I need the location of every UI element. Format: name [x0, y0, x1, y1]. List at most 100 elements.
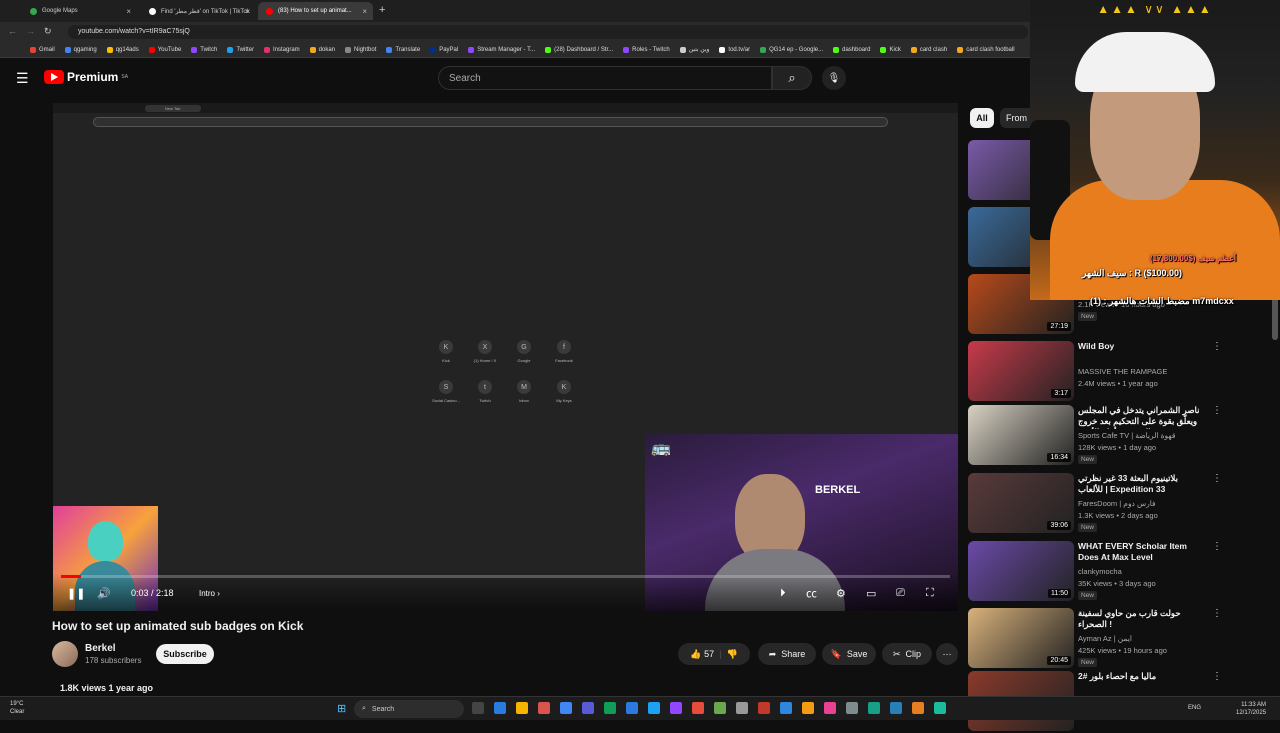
bookmark-item[interactable]: card clash [910, 46, 947, 53]
windows-start-icon[interactable]: ⊞ [337, 702, 346, 715]
bookmark-item[interactable]: card clash football [957, 46, 1015, 53]
bookmark-item[interactable]: QG14 ep - Google... [760, 46, 823, 53]
bookmark-item[interactable]: YouTube [148, 46, 181, 53]
clock[interactable]: 11:33 AM 12/17/2025 [1236, 701, 1266, 717]
chapter-button[interactable]: Intro › [199, 586, 220, 600]
video-thumbnail[interactable]: 20:45 [968, 608, 1074, 668]
channel-name[interactable]: clankymocha [1078, 567, 1122, 576]
search-button[interactable]: ⌕ [772, 66, 812, 90]
taskbar-app-icon[interactable] [472, 702, 484, 714]
taskbar-app-icon[interactable] [560, 702, 572, 714]
recommended-video[interactable]: 20:45 حولت قارب من حاوي لسفينة الصحراء ! A… [968, 608, 1268, 670]
cast-button[interactable]: ⎚ [896, 586, 905, 600]
taskbar-app-icon[interactable] [494, 702, 506, 714]
weather-widget[interactable]: 19°C Clear [10, 700, 24, 716]
more-icon[interactable]: ⋮ [1212, 608, 1222, 619]
channel-name[interactable]: Sports Cafe TV | قهوة الرياضة [1078, 431, 1175, 440]
taskbar-app-icon[interactable] [670, 702, 682, 714]
video-title[interactable]: حولت قارب من حاوي لسفينة الصحراء ! [1078, 608, 1204, 630]
taskbar-app-icon[interactable] [758, 702, 770, 714]
captions-button[interactable]: ㏄ [806, 586, 817, 600]
taskbar-app-icon[interactable] [912, 702, 924, 714]
subscribe-button[interactable]: Subscribe [156, 644, 214, 664]
bookmark-item[interactable]: Twitch [191, 46, 217, 53]
video-title[interactable]: WHAT EVERY Scholar Item Does At Max Leve… [1078, 541, 1204, 563]
video-thumbnail[interactable]: 11:50 [968, 541, 1074, 601]
channel-name[interactable]: Ayman Az | ايمن [1078, 634, 1132, 643]
more-icon[interactable]: ⋮ [1212, 405, 1222, 416]
bookmark-item[interactable]: Gmail [30, 46, 55, 53]
bookmark-item[interactable]: qg14ads [106, 46, 139, 53]
more-icon[interactable]: ⋮ [1212, 473, 1222, 484]
chip-all[interactable]: All [970, 108, 994, 128]
tab-tiktok[interactable]: Find 'قطر مطر' on TikTok | TikTok × [141, 2, 256, 20]
volume-button[interactable]: 🔊 [97, 586, 111, 600]
taskbar-app-icon[interactable] [824, 702, 836, 714]
dislike-button[interactable]: 👎 [726, 649, 737, 660]
video-title[interactable]: Wild Boy [1078, 341, 1204, 352]
bookmark-item[interactable]: Translate [386, 46, 420, 53]
pause-button[interactable]: ❚❚ [67, 586, 85, 600]
video-title[interactable]: ناصر الشمراني يتدخل في المجلس ويعلّق بقو… [1078, 405, 1204, 429]
new-tab-button[interactable]: + [379, 4, 385, 16]
close-icon[interactable]: × [362, 7, 367, 16]
bookmark-item[interactable]: Nightbot [345, 46, 376, 53]
taskbar-app-icon[interactable] [802, 702, 814, 714]
bookmark-item[interactable]: Kick [880, 46, 901, 53]
more-icon[interactable]: ⋮ [1212, 341, 1222, 352]
bookmark-item[interactable]: Roles - Twitch [623, 46, 670, 53]
taskbar-app-icon[interactable] [780, 702, 792, 714]
bookmark-item[interactable]: Stream Manager - T... [468, 46, 535, 53]
autoplay-toggle[interactable]: ⏵ [780, 586, 786, 600]
taskbar-app-icon[interactable] [582, 702, 594, 714]
tab-google-maps[interactable]: Google Maps × [22, 2, 137, 20]
video-title[interactable]: بلاتينيوم البعثة 33 غير نظرتي للألعاب | … [1078, 473, 1204, 495]
taskbar-app-icon[interactable] [648, 702, 660, 714]
recommended-video[interactable]: 39:06 بلاتينيوم البعثة 33 غير نظرتي للألع… [968, 473, 1268, 535]
taskbar-app-icon[interactable] [868, 702, 880, 714]
share-button[interactable]: ➦ Share [758, 643, 816, 665]
clip-button[interactable]: ✂ Clip [882, 643, 932, 665]
video-thumbnail[interactable]: 39:06 [968, 473, 1074, 533]
like-button[interactable]: 👍 57 [690, 649, 714, 660]
video-thumbnail[interactable]: 16:34 [968, 405, 1074, 465]
bookmark-item[interactable]: tod.tv/ar [719, 46, 750, 53]
progress-bar[interactable] [61, 575, 950, 578]
channel-name[interactable]: Berkel [85, 643, 116, 654]
more-actions-button[interactable]: ⋯ [936, 643, 958, 665]
video-player[interactable]: New Tab K Kick X (1) Home / X G Google f Facebo… [53, 103, 958, 611]
more-icon[interactable]: ⋮ [1212, 541, 1222, 552]
taskbar-app-icon[interactable] [934, 702, 946, 714]
close-icon[interactable]: × [126, 7, 131, 16]
channel-name[interactable]: MASSIVE THE RAMPAGE [1078, 367, 1167, 376]
bookmark-item[interactable]: Twitter [227, 46, 254, 53]
close-icon[interactable]: × [245, 7, 250, 16]
bookmark-item[interactable]: dokan [309, 46, 335, 53]
recommended-video[interactable]: 11:50 WHAT EVERY Scholar Item Does At Max… [968, 541, 1268, 603]
fullscreen-button[interactable]: ⛶ [926, 586, 934, 600]
reload-icon[interactable]: ↻ [44, 26, 52, 37]
video-title[interactable]: ماليا مع احصاء بلور #2 [1078, 671, 1204, 682]
recommended-video[interactable]: 3:17 Wild Boy MASSIVE THE RAMPAGE 2.4M view… [968, 341, 1268, 403]
bookmark-item[interactable]: وين بتين [679, 46, 709, 53]
recommended-video[interactable]: 16:34 ناصر الشمراني يتدخل في المجلس ويعلّ… [968, 405, 1268, 467]
avatar[interactable] [52, 641, 78, 667]
bookmark-item[interactable]: (28) Dashboard / Str... [545, 46, 613, 53]
url-field[interactable]: youtube.com/watch?v=tIR9aC75sjQ [68, 25, 1028, 39]
taskbar-app-icon[interactable] [714, 702, 726, 714]
taskbar-app-icon[interactable] [516, 702, 528, 714]
miniplayer-button[interactable]: ▭ [866, 586, 876, 600]
taskbar-app-icon[interactable] [692, 702, 704, 714]
back-icon[interactable]: ← [8, 26, 17, 36]
youtube-logo[interactable]: Premium SA [44, 70, 128, 84]
menu-icon[interactable]: ☰ [16, 70, 29, 87]
channel-name[interactable]: FaresDoom | فارس دوم [1078, 499, 1156, 508]
language-indicator[interactable]: ENG [1188, 705, 1201, 711]
search-input[interactable]: Search [438, 66, 772, 90]
forward-icon[interactable]: → [26, 26, 35, 36]
settings-button[interactable]: ⚙ [836, 586, 846, 600]
voice-search-button[interactable]: 🎙 [822, 66, 846, 90]
taskbar-app-icon[interactable] [538, 702, 550, 714]
taskbar-app-icon[interactable] [846, 702, 858, 714]
taskbar-search[interactable]: ⌕ Search [354, 700, 464, 718]
